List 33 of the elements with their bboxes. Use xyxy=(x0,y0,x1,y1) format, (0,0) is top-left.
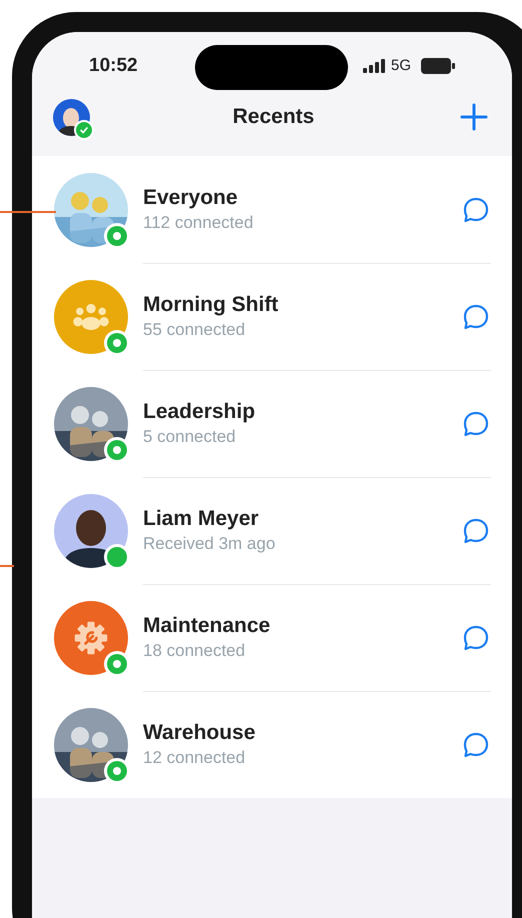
conversation-name[interactable]: Maintenance xyxy=(143,613,461,639)
speech-bubble-icon xyxy=(462,303,490,331)
signal-icon xyxy=(362,59,385,73)
chat-button[interactable] xyxy=(461,623,491,653)
speech-bubble-icon xyxy=(462,624,490,652)
conversation-name[interactable]: Leadership xyxy=(143,399,461,425)
speech-bubble-icon xyxy=(462,517,490,545)
screen-title: Recents xyxy=(232,104,314,130)
conversation-subtitle: 12 connected xyxy=(143,747,246,769)
conversation-name[interactable]: Liam Meyer xyxy=(143,506,461,532)
leader-line xyxy=(0,565,14,567)
speech-bubble-icon xyxy=(462,196,490,224)
conversation-name[interactable]: Everyone xyxy=(143,184,461,210)
chat-button[interactable] xyxy=(461,409,491,439)
battery-icon xyxy=(421,58,455,74)
speech-bubble-icon xyxy=(462,410,490,438)
speech-bubble-icon xyxy=(462,731,490,759)
network-label: 5G xyxy=(390,56,411,76)
chat-button[interactable] xyxy=(461,302,491,332)
conversation-subtitle: 5 connected xyxy=(143,426,237,448)
plus-icon xyxy=(460,103,488,131)
conversation-subtitle: 112 connected xyxy=(143,212,254,234)
conversation-subtitle: 55 connected xyxy=(143,319,246,341)
people-icon xyxy=(72,302,110,330)
status-time: 10:52 xyxy=(89,54,138,78)
gear-wrench-icon xyxy=(73,620,109,656)
conversation-subtitle: Received 3m ago xyxy=(143,533,276,555)
conversation-name[interactable]: Warehouse xyxy=(143,720,461,746)
leader-line xyxy=(0,211,56,213)
conversation-name[interactable]: Morning Shift xyxy=(143,292,461,318)
chat-button[interactable] xyxy=(461,516,491,546)
conversation-subtitle: 18 connected xyxy=(143,640,246,662)
chat-button[interactable] xyxy=(461,730,491,760)
